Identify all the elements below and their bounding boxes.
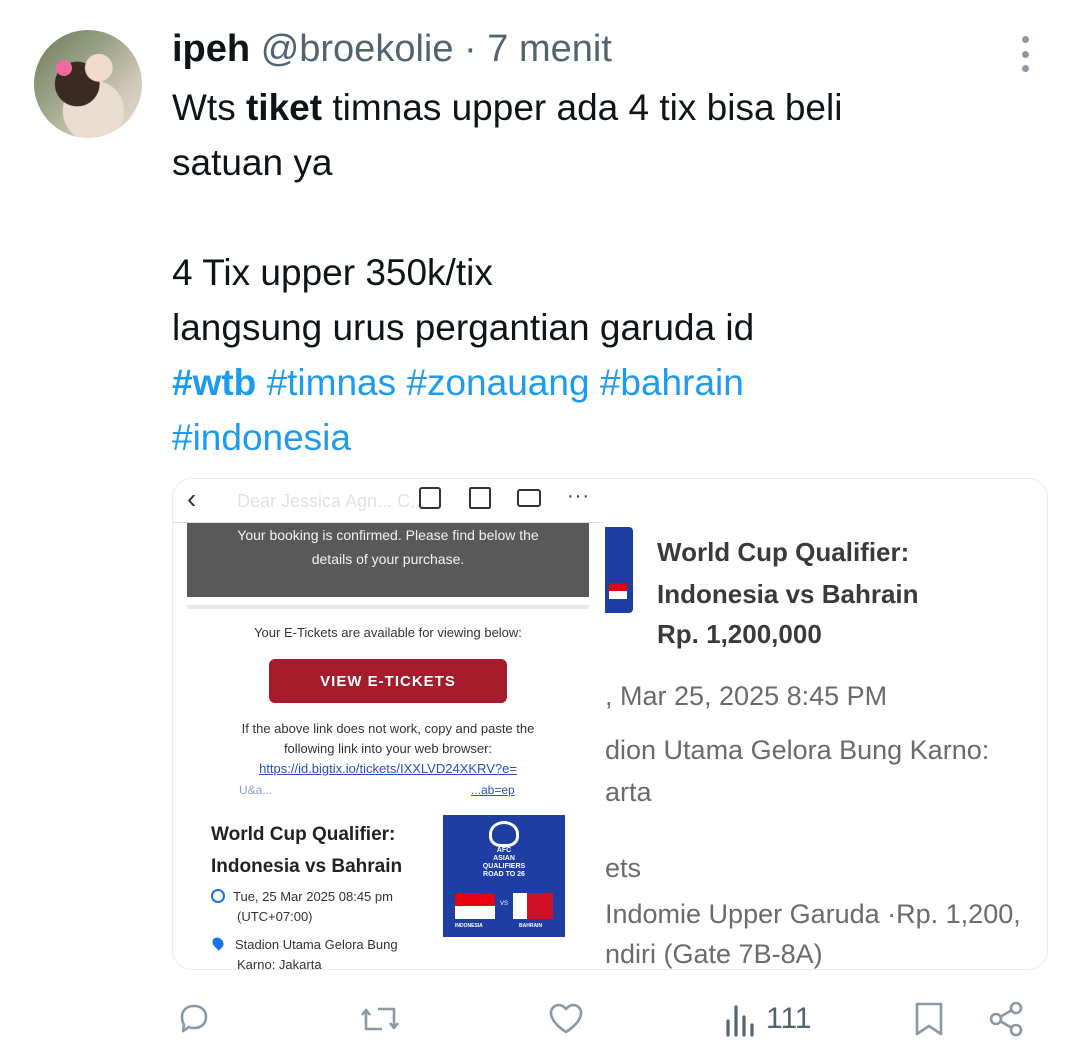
tickets-heading: ets <box>605 853 642 883</box>
reply-button[interactable] <box>174 996 214 1042</box>
tweet-header: ipeh @broekolie · 7 menit <box>172 26 612 72</box>
tweet-text: Wts tiket timnas upper ada 4 tix bisa be… <box>172 80 1032 465</box>
ticket-link-cont-b: ...ab=ep <box>471 783 515 797</box>
ticket-city: arta <box>605 777 652 807</box>
event-title: World Cup Qualifier: Indonesia vs Bahrai… <box>211 824 403 877</box>
reply-icon <box>180 1004 208 1033</box>
views-count: 111 <box>766 1002 812 1035</box>
view-etickets-button: VIEW E-TICKETS <box>269 659 507 703</box>
location-pin-icon <box>210 935 226 951</box>
ticket-link-cont-a: U&a... <box>239 783 273 797</box>
eticket-info: Your E-Tickets are available for viewing… <box>254 625 522 640</box>
user-handle[interactable]: @broekolie <box>261 28 454 70</box>
timestamp[interactable]: 7 menit <box>487 28 612 70</box>
event-venue: Stadion Utama Gelora Bung Karno: Jakarta <box>210 935 398 969</box>
poster-team-2: BAHRAIN <box>519 923 543 929</box>
hair-flower <box>56 60 72 76</box>
ticket-category: Indomie Upper Garuda ·Rp. 1,200, <box>605 899 1021 929</box>
hashtag-link[interactable]: #indonesia <box>172 417 351 458</box>
indonesia-flag-icon <box>455 893 495 919</box>
fallback-text: If the above link does not work, copy an… <box>241 721 535 756</box>
views-chart-icon <box>726 1005 754 1037</box>
views-button[interactable]: 111 <box>724 996 812 1042</box>
display-name[interactable]: ipeh <box>172 28 250 70</box>
booking-line-1: Your booking is confirmed. Please find b… <box>237 527 539 543</box>
repost-button[interactable] <box>356 996 404 1042</box>
tweet-line-4: langsung urus pergantian garuda id <box>172 307 755 348</box>
flag-icon <box>609 583 627 599</box>
poster-team-1: INDONESIA <box>455 923 483 929</box>
email-topbar: ‹ Dear Jessica Agn... C... ··· <box>173 479 603 523</box>
keyword-highlight: tiket <box>245 87 323 128</box>
tweet-actions-bar: 111 <box>0 996 1078 1046</box>
like-button[interactable] <box>546 996 586 1042</box>
hashtag-link[interactable]: #wtb <box>172 362 256 403</box>
tweet-media[interactable]: ‹ Dear Jessica Agn... C... ··· Your book… <box>172 478 1048 970</box>
ticket-price: Rp. 1,200,000 <box>657 619 822 649</box>
more-options-icon[interactable] <box>1014 36 1036 72</box>
booking-line-2: details of your purchase. <box>311 551 465 567</box>
tweet-line-3: 4 Tix upper 350k/tix <box>172 252 493 293</box>
event-thumbnail <box>605 527 633 613</box>
ticket-gate: ndiri (Gate 7B-8A) <box>605 939 823 969</box>
separator-dot: · <box>464 28 477 70</box>
hashtag-link[interactable]: #zonauang <box>406 362 589 403</box>
bookmark-icon <box>915 1002 943 1036</box>
poster-vs: VS <box>500 901 509 907</box>
bahrain-flag-icon <box>513 893 553 919</box>
tweet-line-1: Wts tiket timnas upper ada 4 tix bisa be… <box>172 87 843 128</box>
hashtag-link[interactable]: #bahrain <box>600 362 744 403</box>
ticket-venue: dion Utama Gelora Bung Karno: <box>605 735 990 765</box>
heart-icon <box>549 1003 583 1034</box>
email-subject-faded: Dear Jessica Agn... C... <box>237 491 426 511</box>
avatar[interactable] <box>34 30 142 138</box>
tweet-line-2: satuan ya <box>172 142 333 183</box>
ticket-event-title: World Cup Qualifier: Indonesia vs Bahrai… <box>657 537 919 609</box>
share-button[interactable] <box>986 996 1026 1042</box>
trash-icon <box>469 487 491 509</box>
hashtags-row-2: #indonesia <box>172 410 1032 465</box>
poster-text: AFC ASIAN QUALIFIERS ROAD TO 26 <box>482 847 526 878</box>
divider <box>187 605 589 609</box>
bookmark-button[interactable] <box>910 996 948 1042</box>
afc-logo-icon <box>489 821 519 847</box>
ticket-date: , Mar 25, 2025 8:45 PM <box>605 681 888 711</box>
overflow-menu-icon: ··· <box>567 485 590 507</box>
hashtag-link[interactable]: #timnas <box>267 362 397 403</box>
back-arrow-icon: ‹ <box>187 483 197 514</box>
mail-icon <box>517 489 541 507</box>
hashtags-row-1: #wtb #timnas #zonauang #bahrain <box>172 355 1032 410</box>
email-screenshot-image[interactable]: ‹ Dear Jessica Agn... C... ··· Your book… <box>173 479 605 969</box>
afc-qualifiers-poster: AFC ASIAN QUALIFIERS ROAD TO 26 VS INDON… <box>443 815 565 937</box>
clock-icon <box>211 889 225 903</box>
event-datetime: Tue, 25 Mar 2025 08:45 pm (UTC+07:00) <box>211 887 393 927</box>
repost-icon <box>360 1007 400 1031</box>
share-icon <box>989 1001 1023 1037</box>
archive-icon <box>419 487 441 509</box>
ticket-detail-screenshot-image[interactable]: World Cup Qualifier: Indonesia vs Bahrai… <box>605 479 1047 969</box>
ticket-link: https://id.bigtix.io/tickets/IXXLVD24XKR… <box>259 761 517 776</box>
booking-confirmation-box: Your booking is confirmed. Please find b… <box>187 523 589 597</box>
